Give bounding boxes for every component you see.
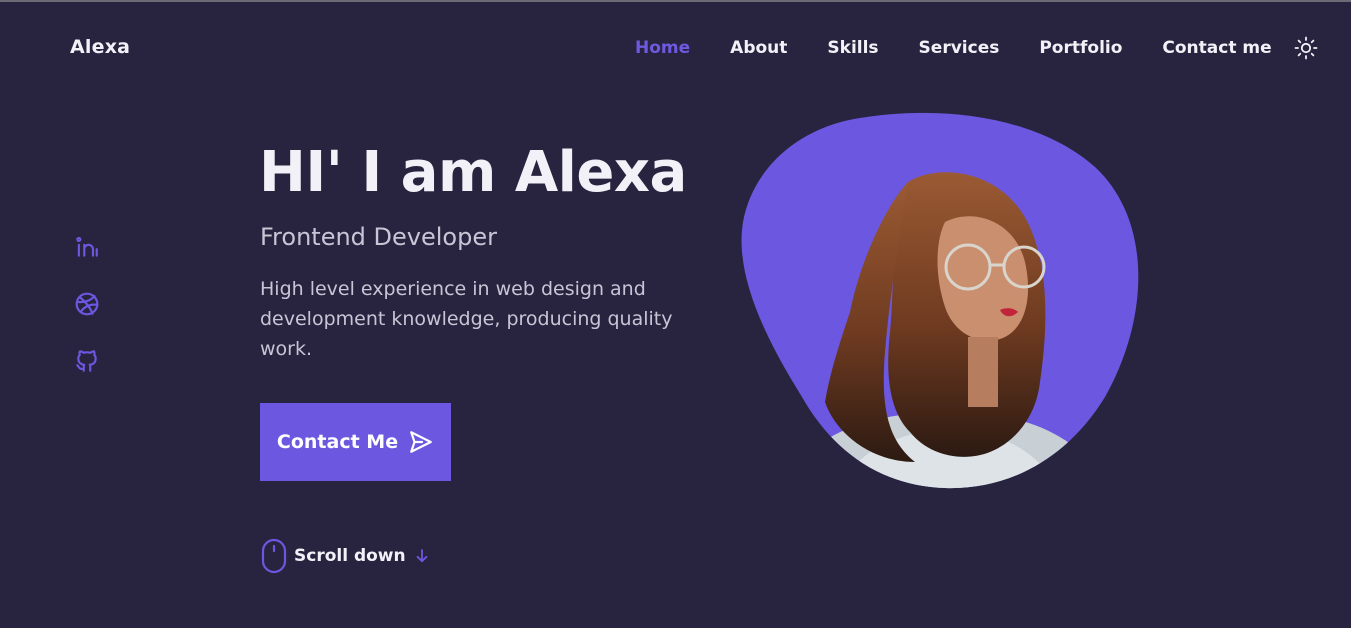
main-nav: Home About Skills Services Portfolio Con… bbox=[635, 36, 1318, 60]
scroll-down-link[interactable]: Scroll down bbox=[261, 538, 430, 574]
contact-me-label: Contact Me bbox=[276, 431, 399, 453]
nav-item-portfolio[interactable]: Portfolio bbox=[1039, 38, 1122, 58]
hero-title: HI' I am Alexa bbox=[259, 140, 687, 205]
brand-logo[interactable]: Alexa bbox=[70, 36, 130, 58]
send-icon bbox=[410, 431, 432, 453]
nav-item-skills[interactable]: Skills bbox=[827, 38, 878, 58]
nav-item-contact[interactable]: Contact me bbox=[1162, 38, 1271, 58]
hero-description: High level experience in web design and … bbox=[260, 278, 673, 360]
contact-me-button[interactable]: Contact Me bbox=[260, 403, 451, 481]
scroll-down-label: Scroll down bbox=[294, 546, 406, 566]
dribbble-icon[interactable] bbox=[74, 291, 100, 317]
hero-subtitle: Frontend Developer bbox=[260, 223, 497, 251]
home-page: Alexa Home About Skills Services Portfol… bbox=[0, 0, 1351, 628]
linkedin-icon[interactable] bbox=[74, 234, 100, 260]
arrow-down-icon bbox=[416, 549, 428, 563]
github-icon[interactable] bbox=[74, 348, 100, 374]
mouse-icon bbox=[261, 538, 287, 574]
nav-item-about[interactable]: About bbox=[730, 38, 787, 58]
profile-portrait bbox=[741, 112, 1139, 489]
social-links bbox=[74, 234, 100, 405]
sun-icon[interactable] bbox=[1294, 36, 1318, 60]
nav-item-home[interactable]: Home bbox=[635, 38, 690, 58]
nav-item-services[interactable]: Services bbox=[919, 38, 1000, 58]
